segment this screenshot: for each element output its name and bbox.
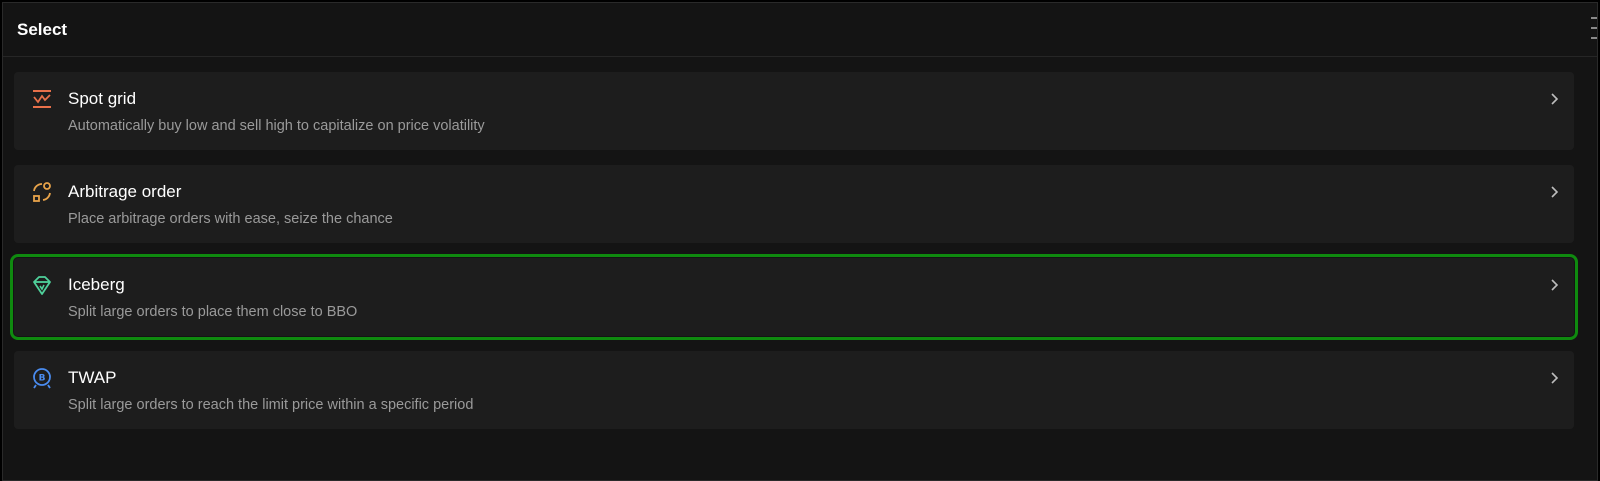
- menu-handle-icon[interactable]: [1591, 17, 1597, 39]
- option-iceberg[interactable]: Iceberg Split large orders to place them…: [10, 254, 1578, 340]
- iceberg-icon: [33, 276, 51, 295]
- option-description: Place arbitrage orders with ease, seize …: [68, 211, 393, 227]
- chevron-right-icon: [1551, 93, 1559, 105]
- chevron-right-icon: [1551, 279, 1559, 291]
- option-title: Iceberg: [68, 275, 125, 294]
- spot-grid-icon: [33, 90, 51, 108]
- option-description: Automatically buy low and sell high to c…: [68, 118, 485, 134]
- option-spot-grid[interactable]: Spot grid Automatically buy low and sell…: [14, 72, 1574, 150]
- arbitrage-icon: [33, 182, 51, 202]
- chevron-right-icon: [1551, 372, 1559, 384]
- option-title: Spot grid: [68, 89, 137, 108]
- dialog-header: Select: [3, 3, 1597, 57]
- option-description: Split large orders to place them close t…: [68, 304, 358, 320]
- chevron-right-icon: [1551, 186, 1559, 198]
- option-twap[interactable]: B TWAP Split large orders to reach the l…: [14, 351, 1574, 429]
- option-description: Split large orders to reach the limit pr…: [68, 397, 474, 413]
- twap-icon: B: [33, 368, 51, 389]
- dialog-title: Select: [17, 19, 68, 39]
- option-title: TWAP: [68, 368, 117, 387]
- select-dialog: Select Spot grid Automatically buy low a…: [2, 2, 1598, 481]
- option-arbitrage-order[interactable]: Arbitrage order Place arbitrage orders w…: [14, 165, 1574, 243]
- option-title: Arbitrage order: [68, 182, 182, 201]
- svg-text:B: B: [39, 374, 46, 384]
- option-list: Spot grid Automatically buy low and sell…: [10, 72, 1578, 444]
